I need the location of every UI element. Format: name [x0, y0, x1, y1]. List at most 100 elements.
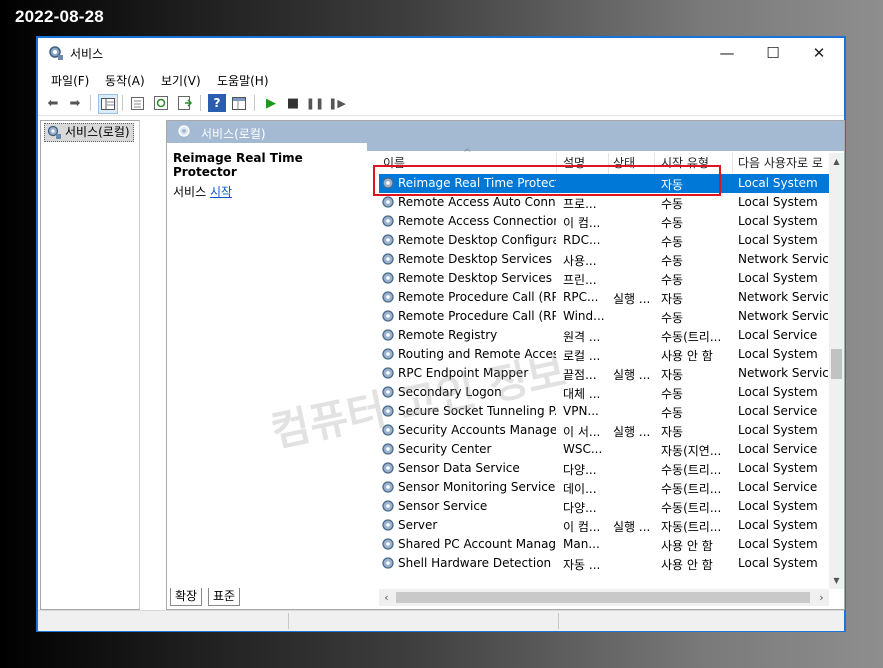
- service-logon-as: Network Service: [738, 309, 828, 323]
- service-gear-icon: [381, 537, 396, 555]
- service-status: 실행 ...: [613, 368, 651, 382]
- service-logon-as: Local Service: [738, 480, 818, 494]
- menu-action[interactable]: 동작(A): [105, 72, 145, 89]
- tree-item-label: 서비스(로컬): [65, 125, 130, 139]
- vertical-scroll-thumb[interactable]: [831, 349, 842, 379]
- service-row[interactable]: Shared PC Account Manager Man... 사용 안 함 Loc…: [379, 535, 829, 554]
- service-row[interactable]: Sensor Service 다양... 수동(트리... Local System: [379, 497, 829, 516]
- vertical-scrollbar[interactable]: ▲ ▼: [829, 153, 844, 589]
- service-description: RPC...: [563, 290, 599, 304]
- restart-service-icon[interactable]: ❚▶: [328, 94, 346, 112]
- export-list-icon[interactable]: [176, 94, 194, 112]
- console-tree-icon[interactable]: [230, 94, 248, 112]
- service-row[interactable]: Security Accounts Manager 이 서... 실행 ... 자동 L…: [379, 421, 829, 440]
- service-description: 다양...: [563, 463, 597, 477]
- service-logon-as: Local System: [738, 176, 818, 190]
- service-startup-type: 사용 안 함: [661, 349, 713, 363]
- start-service-link[interactable]: 시작: [210, 185, 232, 199]
- service-name: Sensor Service: [398, 499, 488, 513]
- tab-standard[interactable]: 표준: [208, 588, 241, 606]
- start-service-icon[interactable]: ▶: [262, 94, 280, 112]
- service-description: 로컬 ...: [563, 349, 601, 363]
- gear-icon: [47, 125, 61, 143]
- services-gear-icon: [48, 45, 64, 61]
- service-name: Remote Access Connection...: [398, 214, 556, 228]
- service-logon-as: Local System: [738, 233, 818, 247]
- service-gear-icon: [381, 480, 396, 498]
- service-gear-icon: [381, 195, 396, 213]
- service-logon-as: Network Service: [738, 290, 828, 304]
- service-startup-type: 수동: [661, 311, 684, 325]
- pane-header: 서비스(로컬): [167, 121, 844, 143]
- service-gear-icon: [381, 290, 396, 308]
- service-logon-as: Local System: [738, 214, 818, 228]
- service-startup-type: 수동(트리...: [661, 501, 722, 515]
- service-row[interactable]: Remote Registry 원격 ... 수동(트리... Local Servi…: [379, 326, 829, 345]
- service-name: Remote Procedure Call (RP...: [398, 290, 556, 304]
- service-row[interactable]: Remote Access Connection... 이 컴... 수동 Local…: [379, 212, 829, 231]
- service-row[interactable]: Security Center WSC... 자동(지연... Local Servi…: [379, 440, 829, 459]
- service-description: Man...: [563, 537, 600, 551]
- scroll-right-arrow-icon[interactable]: ›: [814, 589, 829, 606]
- menu-file[interactable]: 파일(F): [51, 72, 89, 89]
- highlight-annotation-box: [373, 165, 721, 196]
- service-row[interactable]: Remote Desktop Services ... 프린... 수동 Local …: [379, 269, 829, 288]
- status-bar: [38, 610, 844, 631]
- service-row[interactable]: Shell Hardware Detection 자동 ... 사용 안 함 Loca…: [379, 554, 829, 573]
- service-gear-icon: [381, 252, 396, 270]
- service-row[interactable]: Sensor Data Service 다양... 수동(트리... Local Sy…: [379, 459, 829, 478]
- service-status: 실행 ...: [613, 520, 651, 534]
- maximize-button[interactable]: ☐: [750, 38, 796, 68]
- refresh-icon[interactable]: [152, 94, 170, 112]
- service-name: Sensor Monitoring Service: [398, 480, 556, 494]
- service-gear-icon: [381, 271, 396, 289]
- column-header-logon-as[interactable]: 다음 사용자로 로: [738, 153, 828, 174]
- menu-view[interactable]: 보기(V): [161, 72, 201, 89]
- pane-header-title: 서비스(로컬): [201, 127, 266, 141]
- selected-service-name: Reimage Real Time Protector: [173, 151, 303, 179]
- service-row[interactable]: Sensor Monitoring Service 데이... 수동(트리... Lo…: [379, 478, 829, 497]
- service-name: Server: [398, 518, 438, 532]
- action-prefix: 서비스: [173, 185, 210, 199]
- service-description: 끝점...: [563, 368, 597, 382]
- service-description: 프로...: [563, 197, 597, 211]
- help-icon[interactable]: ?: [208, 94, 226, 112]
- service-description: RDC...: [563, 233, 601, 247]
- service-description: 사용...: [563, 254, 597, 268]
- service-description: Wind...: [563, 309, 605, 323]
- back-arrow-icon[interactable]: ⬅: [44, 94, 62, 112]
- close-button[interactable]: ✕: [796, 38, 842, 68]
- scroll-down-arrow-icon[interactable]: ▼: [829, 572, 844, 589]
- service-name: Sensor Data Service: [398, 461, 520, 475]
- service-row[interactable]: Remote Procedure Call (RP... Wind... 수동 Net…: [379, 307, 829, 326]
- service-gear-icon: [381, 233, 396, 251]
- service-row[interactable]: Server 이 컴... 실행 ... 자동(트리... Local System: [379, 516, 829, 535]
- service-row[interactable]: Remote Desktop Configura... RDC... 수동 Local…: [379, 231, 829, 250]
- service-row[interactable]: Remote Desktop Services 사용... 수동 Network Se…: [379, 250, 829, 269]
- minimize-button[interactable]: —: [704, 38, 750, 68]
- service-description: 자동 ...: [563, 558, 601, 572]
- menu-help[interactable]: 도움말(H): [217, 72, 269, 89]
- scroll-up-arrow-icon[interactable]: ▲: [829, 153, 844, 170]
- show-tree-icon[interactable]: [98, 94, 118, 114]
- service-row[interactable]: Remote Procedure Call (RP... RPC... 실행 ...…: [379, 288, 829, 307]
- tree-item-services-local[interactable]: 서비스(로컬): [44, 123, 134, 142]
- service-startup-type: 자동(트리...: [661, 520, 722, 534]
- service-logon-as: Local System: [738, 195, 818, 209]
- service-name: Remote Desktop Configura...: [398, 233, 556, 247]
- title-bar[interactable]: 서비스 — ☐ ✕: [38, 38, 844, 68]
- console-tree: 서비스(로컬): [40, 120, 140, 610]
- service-startup-type: 수동: [661, 197, 684, 211]
- service-description: 원격 ...: [563, 330, 601, 344]
- service-startup-type: 자동: [661, 368, 684, 382]
- pause-service-icon[interactable]: ❚❚: [306, 94, 324, 112]
- stop-service-icon[interactable]: ■: [284, 94, 302, 112]
- service-description-panel: Reimage Real Time Protector 서비스 시작: [167, 143, 367, 609]
- service-status: 실행 ...: [613, 292, 651, 306]
- forward-arrow-icon[interactable]: ➡: [66, 94, 84, 112]
- service-logon-as: Network Service: [738, 252, 828, 266]
- tab-extended[interactable]: 확장: [170, 588, 203, 606]
- service-startup-type: 사용 안 함: [661, 558, 713, 572]
- service-description: 이 컴...: [563, 216, 601, 230]
- properties-icon[interactable]: [128, 94, 146, 112]
